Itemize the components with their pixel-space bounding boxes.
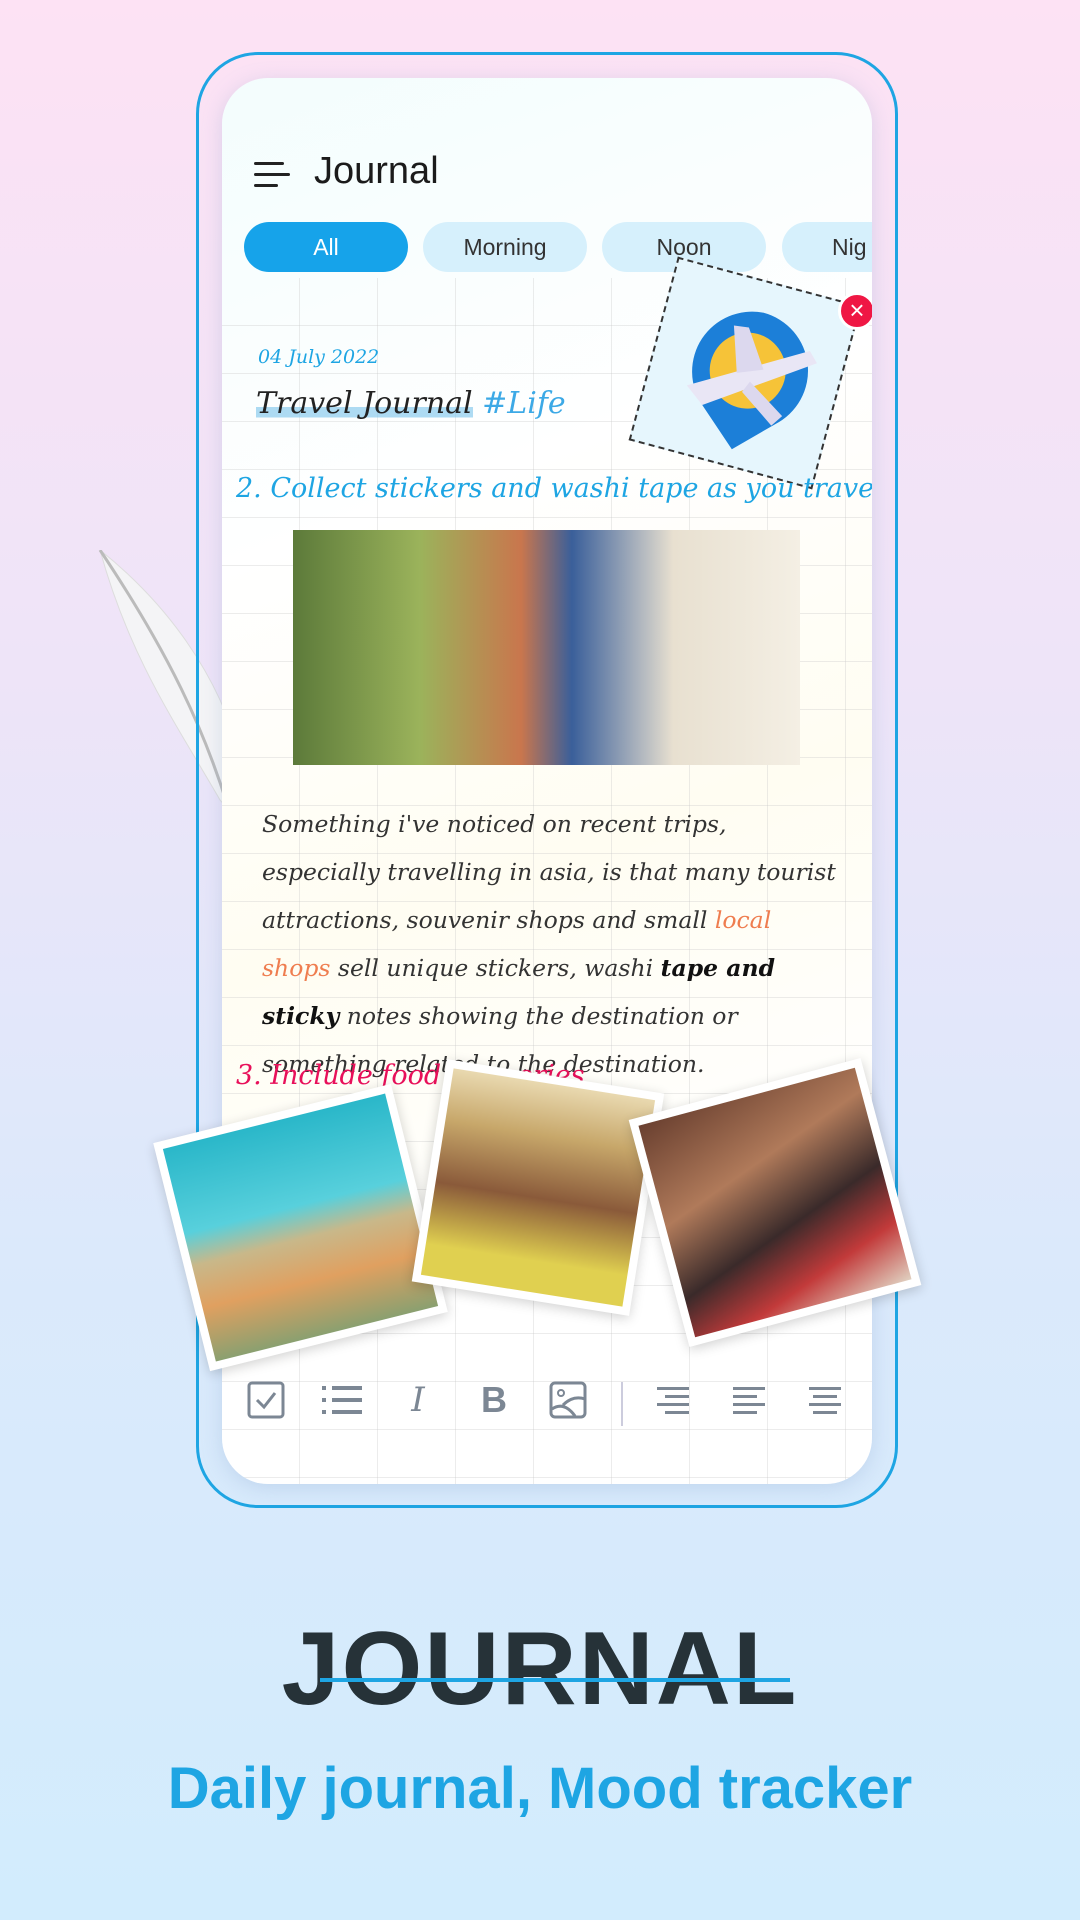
toolbar-divider — [621, 1382, 623, 1426]
page-title: Journal — [314, 150, 439, 192]
entry-title-text: Travel Journal — [256, 386, 473, 421]
align-center-icon[interactable] — [805, 1380, 845, 1420]
promo-title: JOURNAL — [0, 1610, 1080, 1729]
tab-all[interactable]: All — [244, 222, 408, 272]
formatting-toolbar: I B — [222, 1368, 872, 1428]
remove-sticker-button[interactable]: × — [838, 292, 872, 330]
italic-icon[interactable]: I — [398, 1380, 438, 1420]
tab-morning[interactable]: Morning — [423, 222, 587, 272]
title-strike-line — [320, 1678, 790, 1682]
checkbox-icon[interactable] — [246, 1380, 286, 1420]
entry-paragraph: Something i've noticed on recent trips, … — [262, 800, 842, 1088]
promo-subtitle: Daily journal, Mood tracker — [167, 1756, 913, 1821]
bold-icon[interactable]: B — [474, 1379, 514, 1420]
para-text: sell unique stickers, washi — [330, 954, 661, 982]
bullet-list-icon[interactable] — [322, 1380, 362, 1420]
entry-date: 04 July 2022 — [258, 346, 380, 368]
heading-collect-stickers: 2. Collect stickers and washi tape as yo… — [236, 473, 872, 504]
align-left-icon[interactable] — [729, 1380, 769, 1420]
promo-title-text: JOURNAL — [281, 1611, 799, 1727]
hamburger-menu-icon[interactable] — [254, 162, 290, 188]
entry-title: Travel Journal #Life — [256, 386, 566, 421]
photo-woman-hat[interactable] — [411, 1059, 665, 1316]
entry-tag: #Life — [482, 386, 566, 421]
tab-night[interactable]: Nig — [782, 222, 872, 272]
image-icon[interactable] — [548, 1380, 588, 1420]
photo-scooter-couple[interactable] — [293, 530, 800, 765]
align-right-icon[interactable] — [653, 1380, 693, 1420]
